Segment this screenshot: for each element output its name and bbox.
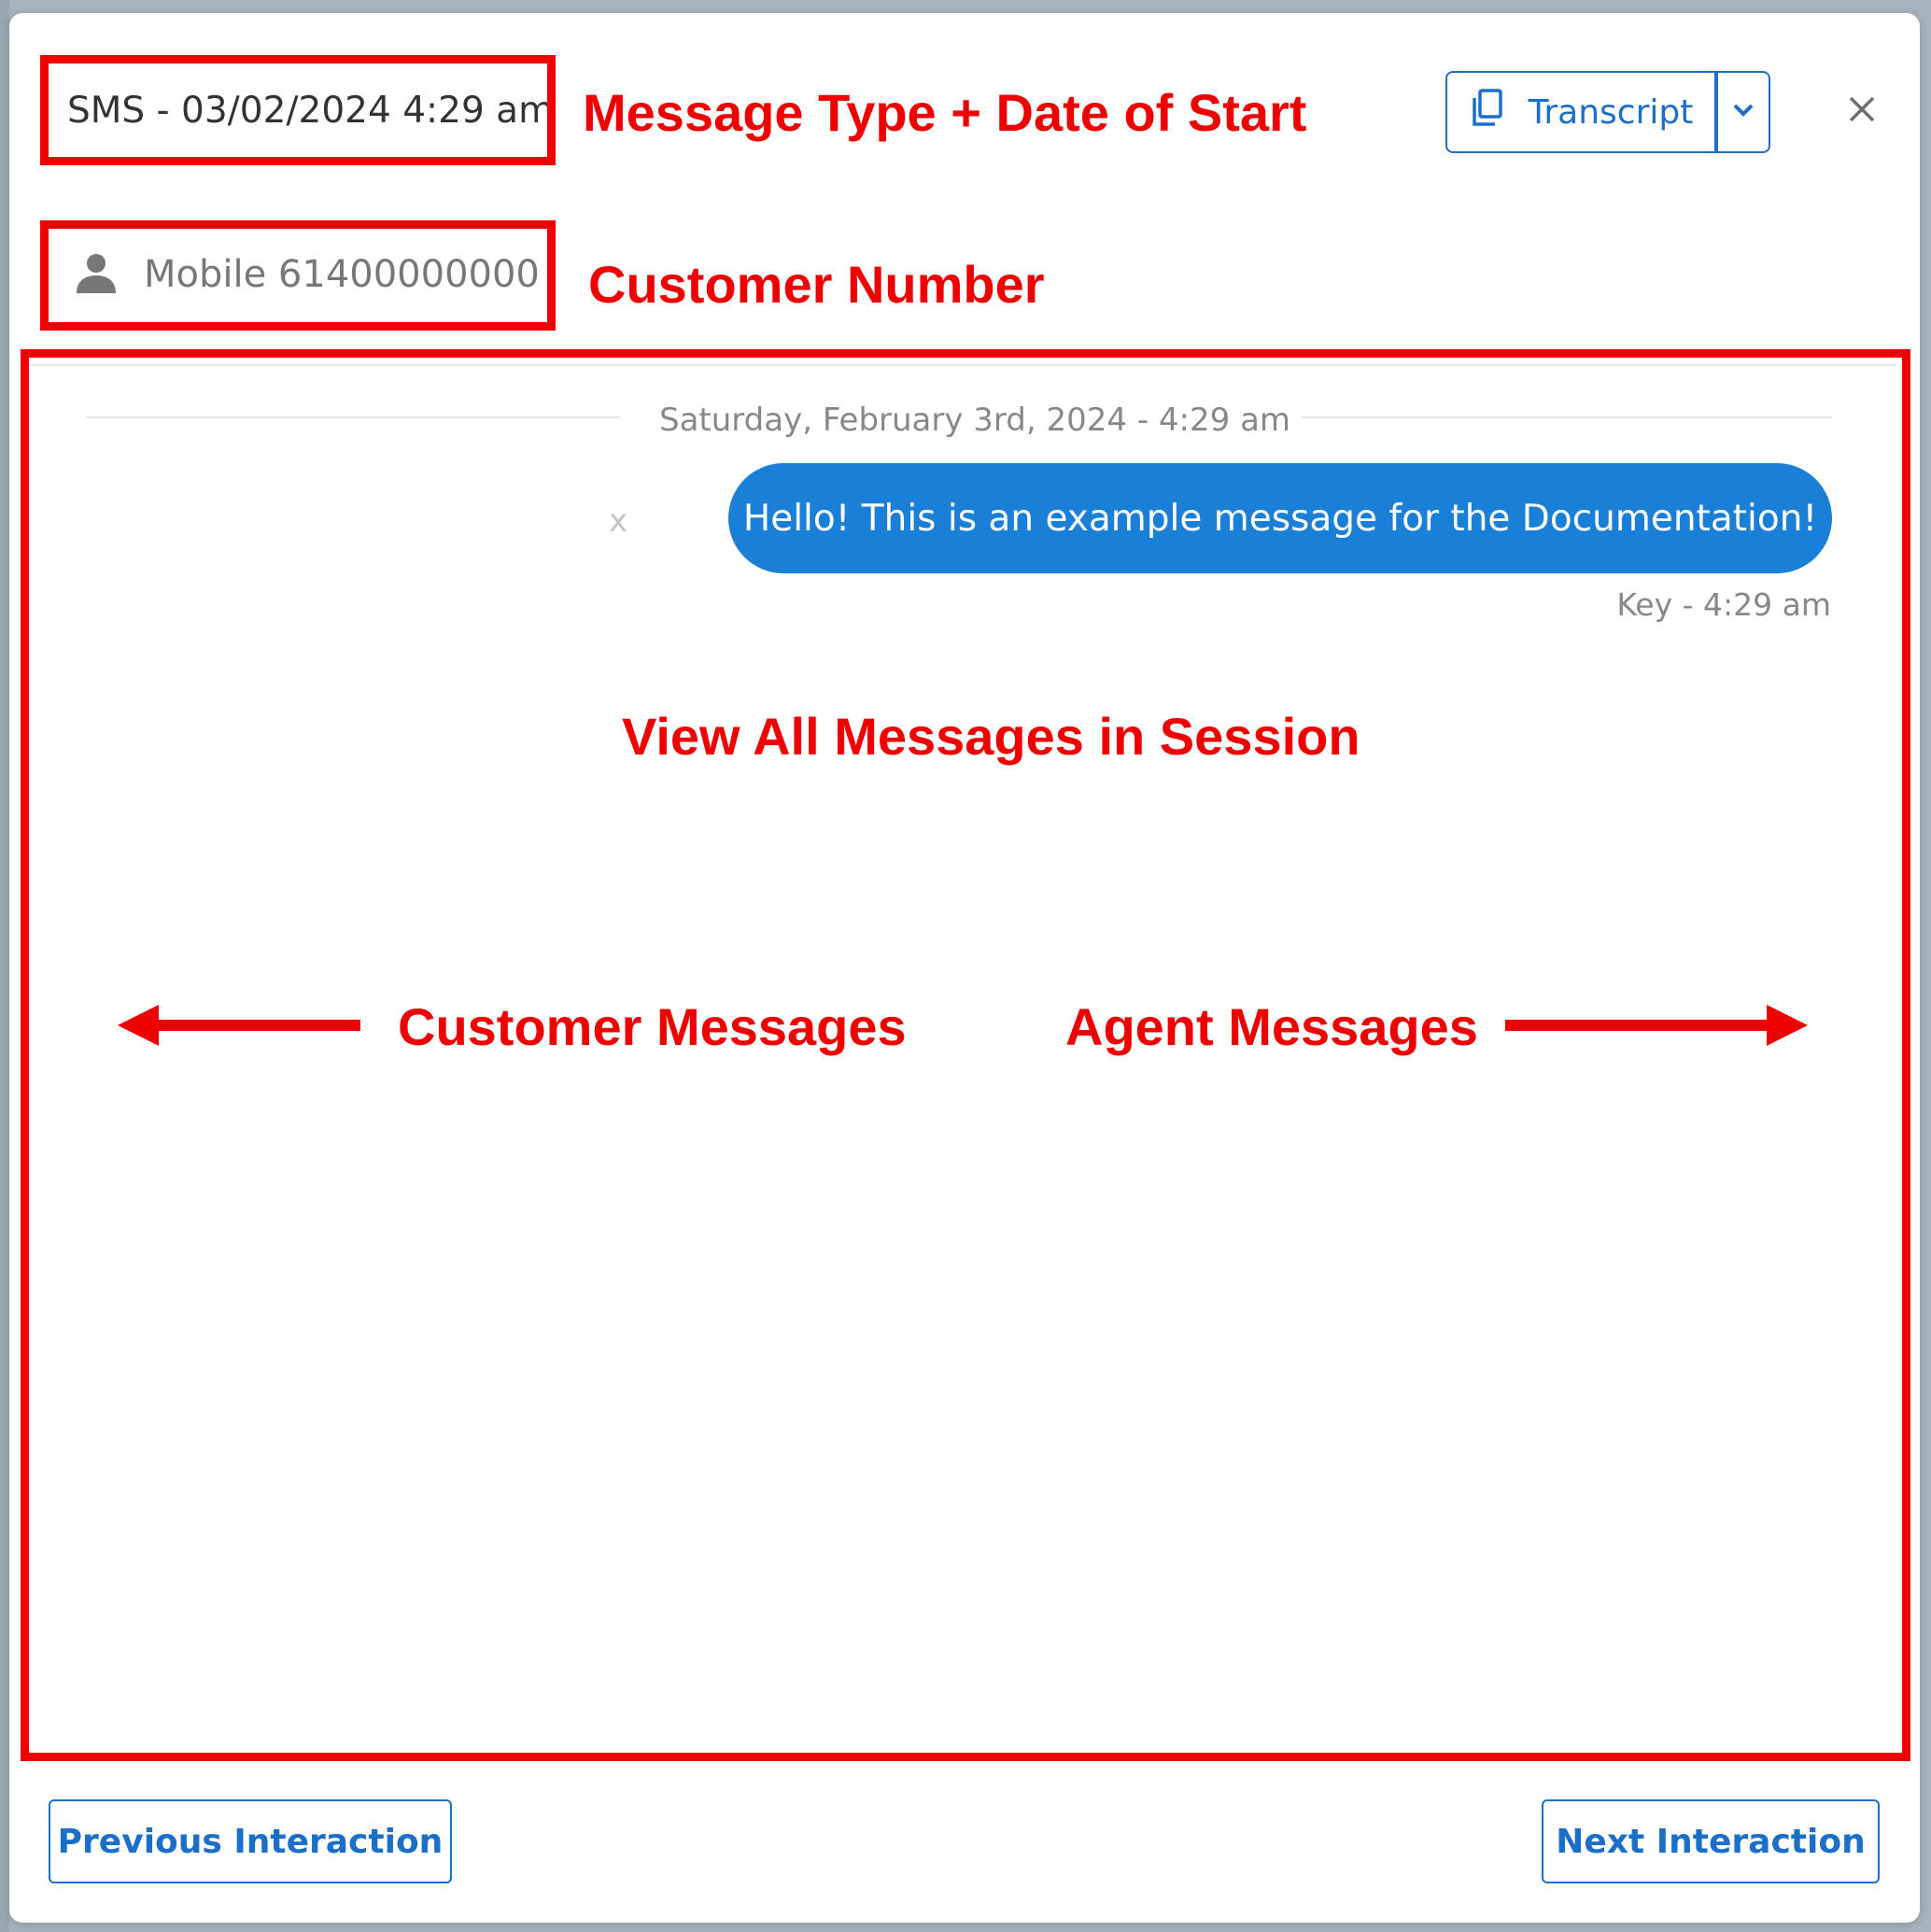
message-type-highlight <box>40 55 556 165</box>
background-overlay <box>0 0 9 1932</box>
left-arrow-icon <box>118 1005 360 1050</box>
annotation-view-all: View All Messages in Session <box>622 707 1360 766</box>
annotation-message-type: Message Type + Date of Start <box>583 83 1307 142</box>
next-interaction-button[interactable]: Next Interaction <box>1542 1799 1880 1883</box>
customer-number-highlight <box>40 220 556 331</box>
close-button[interactable] <box>1839 89 1884 134</box>
close-icon <box>1848 95 1876 127</box>
copy-icon <box>1469 88 1504 136</box>
transcript-dropdown-button[interactable] <box>1716 71 1770 153</box>
transcript-button[interactable]: Transcript <box>1445 71 1716 153</box>
transcript-label: Transcript <box>1528 92 1694 132</box>
chevron-down-icon <box>1732 103 1755 121</box>
right-arrow-icon <box>1505 1005 1808 1050</box>
previous-interaction-button[interactable]: Previous Interaction <box>49 1799 452 1883</box>
annotation-customer-messages: Customer Messages <box>398 997 907 1056</box>
annotation-agent-messages: Agent Messages <box>1065 997 1478 1056</box>
annotation-customer-number: Customer Number <box>588 255 1045 314</box>
messages-area-highlight <box>21 349 1910 1761</box>
